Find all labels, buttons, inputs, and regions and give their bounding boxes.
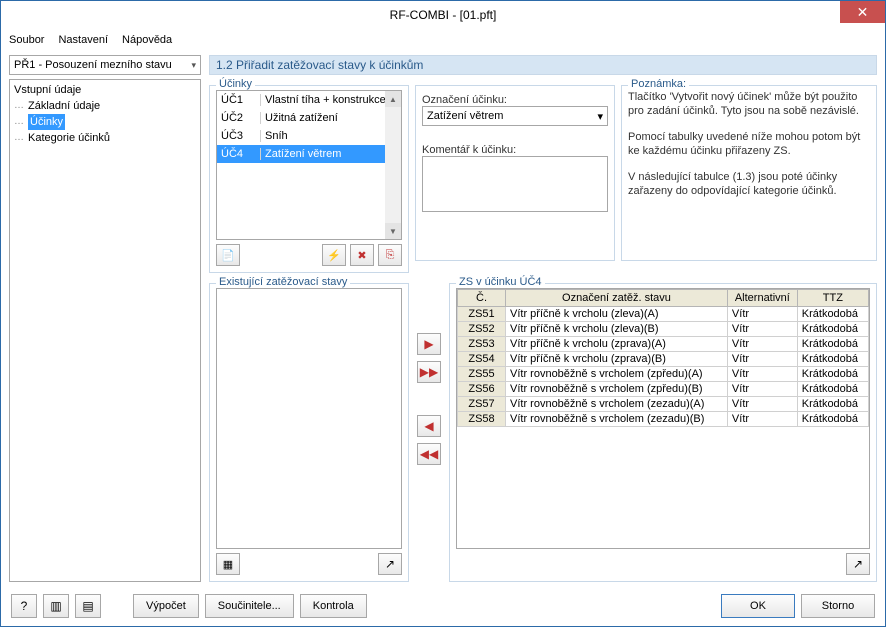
effect-comment-input[interactable] bbox=[422, 156, 608, 212]
zs-row[interactable]: ZS51Vítr příčně k vrcholu (zleva)(A)Vítr… bbox=[458, 307, 869, 322]
tree-item[interactable]: Základní údaje bbox=[14, 98, 196, 114]
next-module-button[interactable]: ▤ bbox=[75, 594, 101, 618]
existing-loadcases-list[interactable] bbox=[216, 288, 402, 549]
effect-row[interactable]: ÚČ2Užitná zatížení bbox=[217, 109, 401, 127]
tree-item[interactable]: Účinky bbox=[14, 114, 196, 130]
zs-row[interactable]: ZS52Vítr příčně k vrcholu (zleva)(B)Vítr… bbox=[458, 322, 869, 337]
effects-table[interactable]: ÚČ1Vlastní tíha + konstrukce střecÚČ2Uži… bbox=[216, 90, 402, 240]
scroll-down-icon[interactable]: ▼ bbox=[385, 223, 401, 239]
check-button[interactable]: Kontrola bbox=[300, 594, 367, 618]
list-details-button[interactable]: ▦ bbox=[216, 553, 240, 575]
prev-module-button[interactable]: ▥ bbox=[43, 594, 69, 618]
ok-button[interactable]: OK bbox=[721, 594, 795, 618]
effect-name-combo[interactable]: Zatížení větrem ▾ bbox=[422, 106, 608, 126]
effect-details: Označení účinku: Zatížení větrem ▾ Komen… bbox=[415, 79, 615, 273]
menubar: Soubor Nastavení Nápověda bbox=[1, 29, 885, 51]
help-button[interactable]: ? bbox=[11, 594, 37, 618]
cancel-button[interactable]: Storno bbox=[801, 594, 875, 618]
effects-scrollbar[interactable]: ▲ ▼ bbox=[385, 91, 401, 239]
body: PŘ1 - Posouzení mezního stavu ▾ Vstupní … bbox=[1, 51, 885, 586]
effect-row[interactable]: ÚČ4Zatížení větrem bbox=[217, 145, 401, 163]
zs-row[interactable]: ZS53Vítr příčně k vrcholu (zprava)(A)Vít… bbox=[458, 337, 869, 352]
remove-all-button[interactable]: ◀◀ bbox=[417, 443, 441, 465]
existing-label: Existující zatěžovací stavy bbox=[216, 276, 350, 288]
zs-row[interactable]: ZS56Vítr rovnoběžně s vrcholem (zpředu)(… bbox=[458, 382, 869, 397]
zs-col-ttz[interactable]: TTZ bbox=[797, 290, 868, 307]
case-selector[interactable]: PŘ1 - Posouzení mezního stavu ▾ bbox=[9, 55, 201, 75]
right-pane: 1.2 Přiřadit zatěžovací stavy k účinkům … bbox=[205, 51, 885, 586]
new-icon: 📄 bbox=[221, 249, 235, 262]
section-title: 1.2 Přiřadit zatěžovací stavy k účinkům bbox=[209, 55, 877, 75]
new-effect-button[interactable]: 📄 bbox=[216, 244, 240, 266]
effect-name-value: Zatížení větrem bbox=[427, 110, 503, 122]
note-p2: Pomocí tabulky uvedené níže mohou potom … bbox=[628, 130, 870, 158]
calculate-button[interactable]: Výpočet bbox=[133, 594, 199, 618]
zs-row[interactable]: ZS57Vítr rovnoběžně s vrcholem (zezadu)(… bbox=[458, 397, 869, 412]
note-p3: V následující tabulce (1.3) jsou poté úč… bbox=[628, 170, 870, 198]
titlebar: RF-COMBI - [01.pft] ✕ bbox=[1, 1, 885, 29]
tree-item[interactable]: Kategorie účinků bbox=[14, 130, 196, 146]
effect-row[interactable]: ÚČ3Sníh bbox=[217, 127, 401, 145]
zs-row[interactable]: ZS55Vítr rovnoběžně s vrcholem (zpředu)(… bbox=[458, 367, 869, 382]
note-label: Poznámka: bbox=[628, 78, 689, 90]
add-all-button[interactable]: ▶▶ bbox=[417, 361, 441, 383]
effects-panel: Účinky ÚČ1Vlastní tíha + konstrukce stře… bbox=[209, 79, 409, 273]
chevron-down-icon: ▾ bbox=[191, 60, 196, 71]
nav-tree[interactable]: Vstupní údaje Základní údajeÚčinkyKatego… bbox=[9, 79, 201, 582]
zs-col-num[interactable]: Č. bbox=[458, 290, 506, 307]
auto-button[interactable]: ⚡ bbox=[322, 244, 346, 266]
transfer-buttons: ▶ ▶▶ ◀ ◀◀ bbox=[415, 277, 443, 582]
window-title: RF-COMBI - [01.pft] bbox=[390, 8, 497, 22]
effects-label: Účinky bbox=[216, 78, 255, 90]
existing-loadcases-panel: Existující zatěžovací stavy ▦ ↗ bbox=[209, 277, 409, 582]
label-oznaceni: Označení účinku: bbox=[422, 94, 608, 106]
list-pick-button[interactable]: ↗ bbox=[378, 553, 402, 575]
assigned-loadcases-panel: ZS v účinku ÚČ4 Č. Označení zatěž. stavu… bbox=[449, 277, 877, 582]
effect-row[interactable]: ÚČ1Vlastní tíha + konstrukce střec bbox=[217, 91, 401, 109]
copy-effect-button[interactable]: ⎘ bbox=[378, 244, 402, 266]
delete-effect-button[interactable]: ✖ bbox=[350, 244, 374, 266]
zs-row[interactable]: ZS54Vítr příčně k vrcholu (zprava)(B)Vít… bbox=[458, 352, 869, 367]
zs-col-name[interactable]: Označení zatěž. stavu bbox=[506, 290, 728, 307]
label-komentar: Komentář k účinku: bbox=[422, 144, 608, 156]
add-one-button[interactable]: ▶ bbox=[417, 333, 441, 355]
remove-one-button[interactable]: ◀ bbox=[417, 415, 441, 437]
zs-row[interactable]: ZS58Vítr rovnoběžně s vrcholem (zezadu)(… bbox=[458, 412, 869, 427]
note-panel: Poznámka: Tlačítko 'Vytvořit nový účinek… bbox=[621, 79, 877, 273]
menu-file[interactable]: Soubor bbox=[9, 34, 44, 46]
delete-icon: ✖ bbox=[357, 249, 366, 262]
case-selector-value: PŘ1 - Posouzení mezního stavu bbox=[14, 59, 172, 71]
tree-root[interactable]: Vstupní údaje bbox=[14, 82, 196, 98]
copy-icon: ⎘ bbox=[386, 249, 395, 262]
left-pane: PŘ1 - Posouzení mezního stavu ▾ Vstupní … bbox=[1, 51, 205, 586]
chevron-down-icon: ▾ bbox=[597, 110, 603, 123]
zs-table[interactable]: Č. Označení zatěž. stavu Alternativní TT… bbox=[456, 288, 870, 549]
coefficients-button[interactable]: Součinitele... bbox=[205, 594, 294, 618]
close-button[interactable]: ✕ bbox=[840, 1, 885, 23]
app-window: RF-COMBI - [01.pft] ✕ Soubor Nastavení N… bbox=[0, 0, 886, 627]
zs-label: ZS v účinku ÚČ4 bbox=[456, 276, 545, 288]
bolt-icon: ⚡ bbox=[327, 249, 341, 262]
zs-col-alt[interactable]: Alternativní bbox=[727, 290, 797, 307]
menu-help[interactable]: Nápověda bbox=[122, 34, 172, 46]
zs-pick-button[interactable]: ↗ bbox=[846, 553, 870, 575]
footer: ? ▥ ▤ Výpočet Součinitele... Kontrola OK… bbox=[1, 586, 885, 626]
layers-icon: ▦ bbox=[223, 558, 233, 571]
note-p1: Tlačítko 'Vytvořit nový účinek' může být… bbox=[628, 90, 870, 118]
menu-settings[interactable]: Nastavení bbox=[58, 34, 108, 46]
scroll-up-icon[interactable]: ▲ bbox=[385, 91, 401, 107]
